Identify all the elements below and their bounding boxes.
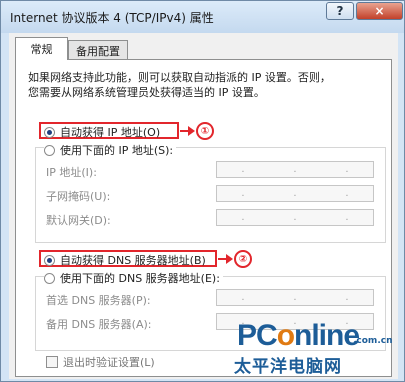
radio-auto-dns[interactable]: 自动获得 DNS 服务器地址(B)	[44, 252, 206, 268]
radio-manual-dns[interactable]: 使用下面的 DNS 服务器地址(E):	[44, 270, 223, 286]
tab-alternate-configuration[interactable]: 备用配置	[68, 40, 128, 60]
help-button[interactable]: ?	[326, 2, 354, 20]
radio-manual-ip-dot	[44, 144, 55, 156]
radio-manual-ip[interactable]: 使用下面的 IP 地址(S):	[44, 142, 177, 158]
subnet-mask-label: 子网掩码(U):	[46, 190, 111, 203]
radio-manual-dns-dot	[44, 272, 55, 284]
ip-address-input[interactable]: ...	[216, 161, 374, 178]
description-line-1: 如果网络支持此功能，则可以获取自动指派的 IP 设置。否则，	[28, 71, 331, 84]
radio-auto-ip-dot	[44, 126, 55, 138]
preferred-dns-input[interactable]: ...	[216, 289, 374, 306]
validate-on-exit-checkbox[interactable]: 退出时验证设置(L)	[46, 354, 155, 370]
close-button[interactable]: ×	[356, 2, 403, 20]
tab-general[interactable]: 常规	[15, 37, 68, 60]
annotation-arrow-1	[180, 126, 195, 136]
annotation-marker-2: ②	[234, 250, 252, 268]
title-bar[interactable]: Internet 协议版本 4 (TCP/IPv4) 属性 ? ×	[1, 1, 404, 33]
annotation-arrow-2	[218, 254, 233, 264]
description-text: 如果网络支持此功能，则可以获取自动指派的 IP 设置。否则， 您需要从网络系统管…	[28, 70, 331, 100]
subnet-mask-input[interactable]: ...	[216, 185, 374, 202]
watermark-brand: PConline	[237, 319, 360, 352]
watermark-subtitle: 太平洋电脑网	[234, 357, 342, 377]
radio-auto-ip[interactable]: 自动获得 IP 地址(O)	[44, 124, 160, 140]
radio-auto-dns-label: 自动获得 DNS 服务器地址(B)	[60, 254, 206, 267]
default-gateway-label: 默认网关(D):	[46, 214, 111, 227]
radio-manual-ip-label: 使用下面的 IP 地址(S):	[60, 144, 174, 157]
preferred-dns-label: 首选 DNS 服务器(P):	[46, 294, 151, 307]
radio-auto-ip-label: 自动获得 IP 地址(O)	[60, 126, 161, 139]
window-title: Internet 协议版本 4 (TCP/IPv4) 属性	[10, 11, 214, 25]
annotation-marker-1: ①	[196, 122, 214, 140]
validate-on-exit-box	[46, 356, 58, 368]
alternate-dns-label: 备用 DNS 服务器(A):	[46, 318, 152, 331]
validate-on-exit-label: 退出时验证设置(L)	[63, 356, 155, 369]
radio-manual-dns-label: 使用下面的 DNS 服务器地址(E):	[60, 272, 220, 285]
pconline-watermark-logo: PConline .com.cn 太平洋电脑网	[229, 319, 392, 377]
ip-address-label: IP 地址(I):	[46, 166, 97, 179]
description-line-2: 您需要从网络系统管理员处获得适当的 IP 设置。	[28, 86, 265, 99]
default-gateway-input[interactable]: ...	[216, 209, 374, 226]
radio-auto-dns-dot	[44, 254, 55, 266]
watermark-domain: .com.cn	[353, 336, 393, 346]
ipv4-properties-dialog: Internet 协议版本 4 (TCP/IPv4) 属性 ? × 常规 备用配…	[0, 0, 405, 382]
